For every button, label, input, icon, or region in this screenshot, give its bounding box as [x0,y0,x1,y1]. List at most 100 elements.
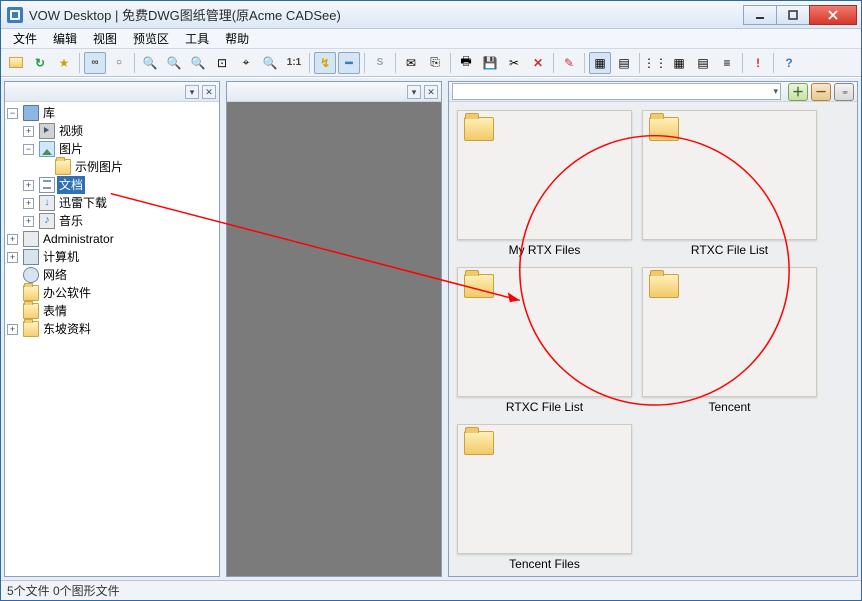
expander[interactable]: + [23,180,34,191]
folder-thumb[interactable]: Tencent [642,267,817,414]
folder-thumb[interactable]: RTXC File List [642,110,817,257]
zoom-actual-button[interactable]: 🔍 [259,52,281,74]
grid-a-icon: ⋮⋮ [643,56,667,70]
thumbnail-pair-button[interactable]: ∞ [84,52,106,74]
minus-icon: － [815,83,827,100]
folder-icon [23,321,39,337]
print-button[interactable]: 🖶 [455,52,477,74]
save-button[interactable]: 💾 [479,52,501,74]
layer-a-button[interactable]: ▦ [589,52,611,74]
folder-icon [649,274,679,298]
mail-button[interactable]: ✉ [400,52,422,74]
ruler-icon: ━ [345,56,352,70]
tree-network[interactable]: 网络 [41,266,69,284]
zoom-fit-button[interactable]: ⌖ [235,52,257,74]
tree-music[interactable]: 音乐 [57,212,85,230]
thumbnail-grid[interactable]: My RTX Files RTXC File List RTXC File Li… [449,102,857,576]
panel-close-button[interactable]: ✕ [202,85,216,99]
folder-thumb[interactable]: My RTX Files [457,110,632,257]
panel-dropdown-button[interactable]: ▾ [185,85,199,99]
zoom-reset-button[interactable]: 🔍 [187,52,209,74]
thumb-label: RTXC File List [691,243,768,257]
folder-icon [464,117,494,141]
tree-library[interactable]: 库 [41,104,57,122]
zoom-window-button[interactable]: ⊡ [211,52,233,74]
select-mode-button[interactable]: S [369,52,391,74]
save-icon: 💾 [483,56,498,70]
expander[interactable]: + [7,252,18,263]
expander[interactable]: + [23,216,34,227]
cut-button[interactable]: ✂ [503,52,525,74]
expander[interactable]: + [7,234,18,245]
tree-computer[interactable]: 计算机 [41,248,81,266]
copy-all-button[interactable]: ⎘ [424,52,446,74]
tree-admin[interactable]: Administrator [41,230,116,248]
expander[interactable]: + [23,126,34,137]
tree-video[interactable]: 视频 [57,122,85,140]
select-icon: S [377,57,384,68]
zoom-out-button[interactable]: 🔍 [163,52,185,74]
menu-file[interactable]: 文件 [5,29,45,48]
close-button[interactable] [809,5,857,25]
ruler-button[interactable]: ━ [338,52,360,74]
menu-view[interactable]: 视图 [85,29,125,48]
tree-xunlei[interactable]: 迅雷下载 [57,194,109,212]
tree-documents[interactable]: 文档 [57,176,85,194]
thumbnail-single-button[interactable]: ○ [108,52,130,74]
folder-thumb[interactable]: RTXC File List [457,267,632,414]
alert-icon: ! [756,56,760,70]
view-mode-button[interactable]: ▫▫▫ [834,83,854,101]
menu-help[interactable]: 帮助 [217,29,257,48]
favorite-button[interactable]: ★ [53,52,75,74]
panel-close-button[interactable]: ✕ [424,85,438,99]
grid-icon: ▫▫▫ [842,87,846,97]
computer-icon [23,249,39,265]
folder-tree[interactable]: − 库 + 视频 − 图片 示例图片 + 文档 + 迅雷下载 + 音乐 [5,102,219,576]
panel-dropdown-button[interactable]: ▾ [407,85,421,99]
measure-button[interactable]: ↯ [314,52,336,74]
alert-button[interactable]: ! [747,52,769,74]
grid-a-button[interactable]: ⋮⋮ [644,52,666,74]
tree-pictures[interactable]: 图片 [57,140,85,158]
tree-sample-pics[interactable]: 示例图片 [73,158,125,176]
refresh-button[interactable]: ↻ [29,52,51,74]
zoom-window-icon: ⊡ [217,56,227,70]
folder-tree-panel: ▾ ✕ − 库 + 视频 − 图片 示例图片 [4,81,220,577]
menu-preview[interactable]: 预览区 [125,29,177,48]
zoom-actual-icon: 🔍 [263,56,278,70]
measure-icon: ↯ [320,56,330,70]
tree-emo[interactable]: 表情 [41,302,69,320]
zoom-in-button[interactable]: 🔍 [139,52,161,74]
folder-thumb[interactable]: Tencent Files [457,424,632,571]
help-button[interactable]: ? [778,52,800,74]
preview-area[interactable] [227,102,441,576]
properties-button[interactable]: ✎ [558,52,580,74]
expander[interactable]: + [23,198,34,209]
menu-tools[interactable]: 工具 [177,29,217,48]
maximize-button[interactable] [776,5,810,25]
menu-bar: 文件 编辑 视图 预览区 工具 帮助 [1,29,861,49]
expander[interactable]: − [23,144,34,155]
grid-b-icon: ▦ [673,56,684,70]
expander[interactable]: − [7,108,18,119]
remove-button[interactable]: － [811,83,831,101]
body: ▾ ✕ − 库 + 视频 − 图片 示例图片 [1,77,861,580]
expander[interactable]: + [7,324,18,335]
menu-edit[interactable]: 编辑 [45,29,85,48]
minimize-button[interactable] [743,5,777,25]
open-file-button[interactable] [5,52,27,74]
address-bar[interactable]: ▾ [452,83,781,100]
folder-icon [55,159,71,175]
zoom-11-icon: 1:1 [287,57,301,68]
tree-dongpo[interactable]: 东坡资料 [41,320,93,338]
grid-c-button[interactable]: ▤ [692,52,714,74]
layer-b-button[interactable]: ▤ [613,52,635,74]
folder-icon [23,285,39,301]
help-icon: ? [785,56,792,70]
grid-b-button[interactable]: ▦ [668,52,690,74]
zoom-11-button[interactable]: 1:1 [283,52,305,74]
grid-d-button[interactable]: ≡ [716,52,738,74]
delete-button[interactable]: ✕ [527,52,549,74]
add-button[interactable]: ＋ [788,83,808,101]
tree-office[interactable]: 办公软件 [41,284,93,302]
